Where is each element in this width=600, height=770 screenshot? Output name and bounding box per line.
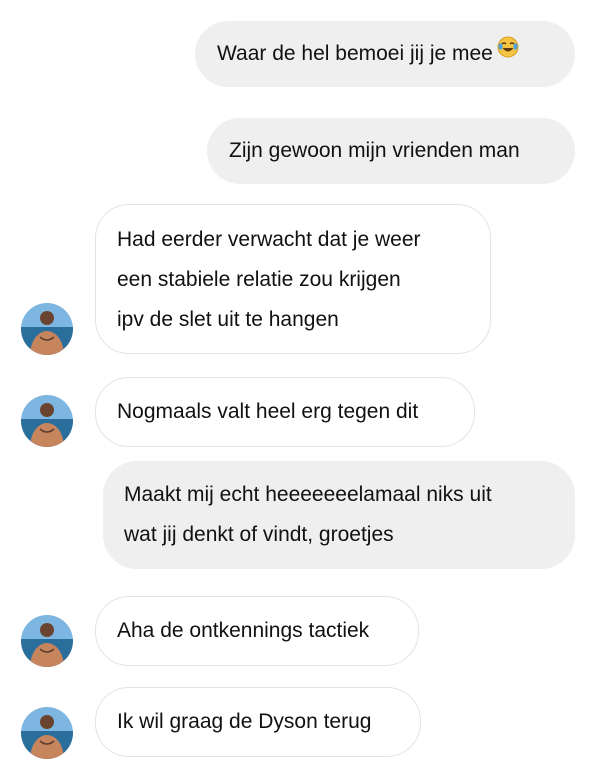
contact-avatar[interactable] bbox=[21, 615, 73, 667]
message-bubble-incoming[interactable]: Ik wil graag de Dyson terug bbox=[95, 687, 421, 757]
contact-avatar[interactable] bbox=[21, 707, 73, 759]
message-text-line: Maakt mij echt heeeeeeelamaal niks uit bbox=[124, 483, 492, 506]
message-bubble-outgoing[interactable]: Zijn gewoon mijn vrienden man bbox=[207, 118, 575, 184]
message-text-line: wat jij denkt of vindt, groetjes bbox=[124, 523, 394, 546]
message-text: Zijn gewoon mijn vrienden man bbox=[229, 139, 520, 162]
message-text-line: Had eerder verwacht dat je weer bbox=[117, 228, 421, 251]
contact-avatar[interactable] bbox=[21, 395, 73, 447]
message-text-line: een stabiele relatie zou krijgen bbox=[117, 268, 401, 291]
message-text-line: ipv de slet uit te hangen bbox=[117, 308, 339, 331]
message-bubble-incoming[interactable]: Had eerder verwacht dat je weer een stab… bbox=[95, 204, 491, 354]
message-bubble-incoming[interactable]: Nogmaals valt heel erg tegen dit bbox=[95, 377, 475, 447]
message-text: Ik wil graag de Dyson terug bbox=[117, 710, 372, 733]
message-bubble-outgoing[interactable]: Maakt mij echt heeeeeeelamaal niks uit w… bbox=[103, 461, 575, 569]
message-text: Waar de hel bemoei jij je mee bbox=[217, 42, 493, 65]
contact-avatar[interactable] bbox=[21, 303, 73, 355]
message-bubble-incoming[interactable]: Aha de ontkennings tactiek bbox=[95, 596, 419, 666]
message-bubble-outgoing[interactable]: Waar de hel bemoei jij je mee bbox=[195, 21, 575, 87]
message-text: Nogmaals valt heel erg tegen dit bbox=[117, 400, 419, 423]
face-with-tears-of-joy-icon bbox=[497, 32, 519, 72]
message-text: Aha de ontkennings tactiek bbox=[117, 619, 370, 642]
